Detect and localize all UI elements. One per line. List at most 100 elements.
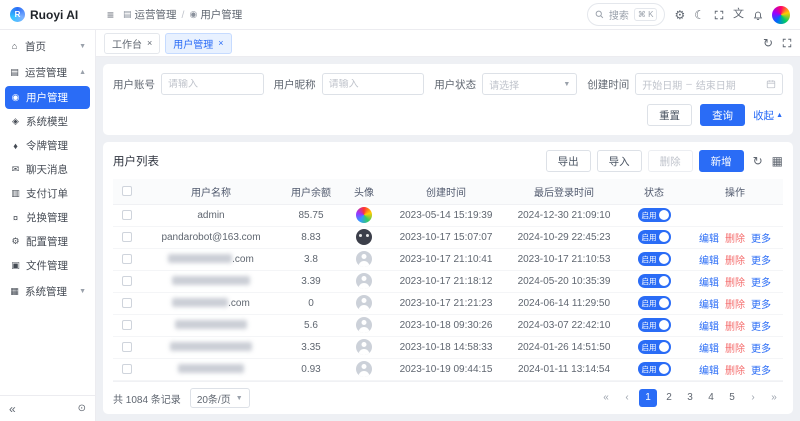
row-checkbox[interactable] <box>122 254 132 264</box>
status-toggle[interactable]: 启用 <box>638 230 671 244</box>
first-page-button[interactable]: « <box>597 389 615 407</box>
maximize-icon[interactable] <box>782 37 792 49</box>
collapse-sidebar-icon[interactable]: « <box>9 403 16 415</box>
more-action[interactable]: 更多 <box>751 300 771 311</box>
more-action[interactable]: 更多 <box>751 256 771 267</box>
select-all-checkbox[interactable] <box>122 186 132 196</box>
delete-action[interactable]: 删除 <box>725 256 745 267</box>
chevron-down-icon: ▼ <box>79 288 86 295</box>
delete-action[interactable]: 删除 <box>725 234 745 245</box>
edit-action[interactable]: 编辑 <box>699 322 719 333</box>
more-action[interactable]: 更多 <box>751 234 771 245</box>
page-number-button[interactable]: 5 <box>723 389 741 407</box>
sidebar-item[interactable]: ▥支付订单 <box>5 182 90 205</box>
menu-settings-icon[interactable]: ⊙ <box>78 404 86 414</box>
user-name: admin <box>197 210 224 221</box>
close-icon[interactable]: × <box>218 39 223 48</box>
nickname-input-field[interactable] <box>329 79 418 90</box>
account-input[interactable] <box>161 73 264 95</box>
sidebar-group-system[interactable]: ▦ 系统管理 ▼ <box>0 278 95 304</box>
created-range-picker[interactable]: 开始日期 – 结束日期 <box>635 73 783 95</box>
delete-action[interactable]: 删除 <box>725 322 745 333</box>
bell-icon[interactable] <box>753 10 763 20</box>
status-toggle[interactable]: 启用 <box>638 362 671 376</box>
add-button[interactable]: 新增 <box>699 150 744 172</box>
theme-moon-icon[interactable]: ☾ <box>694 9 705 21</box>
row-checkbox[interactable] <box>122 276 132 286</box>
page-number-button[interactable]: 1 <box>639 389 657 407</box>
nickname-input[interactable] <box>322 73 425 95</box>
row-checkbox[interactable] <box>122 320 132 330</box>
account-input-field[interactable] <box>168 79 257 90</box>
collapse-filters-label: 收起 <box>753 108 774 123</box>
sidebar-item[interactable]: ◈系统模型 <box>5 110 90 133</box>
delete-action[interactable]: 删除 <box>725 366 745 377</box>
page-number-button[interactable]: 3 <box>681 389 699 407</box>
more-action[interactable]: 更多 <box>751 344 771 355</box>
export-button[interactable]: 导出 <box>546 150 591 172</box>
query-button[interactable]: 查询 <box>700 104 745 126</box>
row-checkbox[interactable] <box>122 210 132 220</box>
delete-action[interactable]: 删除 <box>725 344 745 355</box>
page-size-select[interactable]: 20条/页 ▼ <box>190 388 250 408</box>
more-action[interactable]: 更多 <box>751 322 771 333</box>
close-icon[interactable]: × <box>147 39 152 48</box>
sidebar-item-home[interactable]: ⌂ 首页 ▼ <box>0 33 95 59</box>
last-page-button[interactable]: » <box>765 389 783 407</box>
locale-icon[interactable]: 文 <box>733 9 744 20</box>
row-select-cell <box>113 248 141 270</box>
status-toggle[interactable]: 启用 <box>638 318 671 332</box>
sidebar-collapse-icon[interactable]: ≡ <box>107 9 114 21</box>
user-avatar[interactable] <box>772 6 790 24</box>
sidebar-item[interactable]: ▣文件管理 <box>5 254 90 277</box>
gear-icon[interactable]: ⚙ <box>674 9 685 21</box>
import-button[interactable]: 导入 <box>597 150 642 172</box>
avatar-cell <box>341 358 387 380</box>
more-action[interactable]: 更多 <box>751 278 771 289</box>
edit-action[interactable]: 编辑 <box>699 234 719 245</box>
edit-action[interactable]: 编辑 <box>699 278 719 289</box>
sidebar-item[interactable]: ⚙配置管理 <box>5 230 90 253</box>
status-toggle[interactable]: 启用 <box>638 274 671 288</box>
status-select[interactable]: 请选择 ▼ <box>482 73 577 95</box>
collapse-filters-link[interactable]: 收起▲ <box>753 108 783 123</box>
delete-action[interactable]: 删除 <box>725 278 745 289</box>
edit-action[interactable]: 编辑 <box>699 344 719 355</box>
status-toggle[interactable]: 启用 <box>638 252 671 266</box>
status-toggle[interactable]: 启用 <box>638 208 671 222</box>
page-number-button[interactable]: 4 <box>702 389 720 407</box>
edit-action[interactable]: 编辑 <box>699 300 719 311</box>
sidebar-item[interactable]: ◉用户管理 <box>5 86 90 109</box>
column-settings-icon[interactable]: ▦ <box>772 155 783 167</box>
status-toggle[interactable]: 启用 <box>638 340 671 354</box>
next-page-button[interactable]: › <box>744 389 762 407</box>
tab[interactable]: 工作台× <box>104 33 160 54</box>
row-checkbox[interactable] <box>122 298 132 308</box>
sidebar-item[interactable]: ♦令牌管理 <box>5 134 90 157</box>
row-checkbox[interactable] <box>122 364 132 374</box>
row-checkbox[interactable] <box>122 232 132 242</box>
edit-action[interactable]: 编辑 <box>699 366 719 377</box>
more-action[interactable]: 更多 <box>751 366 771 377</box>
sidebar-item[interactable]: ¤兑换管理 <box>5 206 90 229</box>
sidebar-item[interactable]: ✉聊天消息 <box>5 158 90 181</box>
status-toggle[interactable]: 启用 <box>638 296 671 310</box>
breadcrumb-item[interactable]: ◉用户管理 <box>189 7 242 22</box>
prev-page-button[interactable]: ‹ <box>618 389 636 407</box>
brand[interactable]: R Ruoyi AI <box>10 7 98 22</box>
refresh-page-icon[interactable]: ↻ <box>763 37 773 49</box>
page-number-button[interactable]: 2 <box>660 389 678 407</box>
fullscreen-icon[interactable] <box>714 10 724 20</box>
row-checkbox[interactable] <box>122 342 132 352</box>
delete-button[interactable]: 删除 <box>648 150 693 172</box>
reset-button[interactable]: 重置 <box>647 104 692 126</box>
global-search[interactable]: 搜索 ⌘ K <box>587 3 666 26</box>
sidebar-group-operations[interactable]: ▤ 运营管理 ▲ <box>0 59 95 85</box>
breadcrumb-item[interactable]: ▤运营管理 <box>123 7 177 22</box>
row-select-cell <box>113 270 141 292</box>
user-name-cell <box>141 336 281 358</box>
refresh-table-icon[interactable]: ↻ <box>753 155 763 167</box>
tab[interactable]: 用户管理× <box>165 33 231 54</box>
delete-action[interactable]: 删除 <box>725 300 745 311</box>
edit-action[interactable]: 编辑 <box>699 256 719 267</box>
